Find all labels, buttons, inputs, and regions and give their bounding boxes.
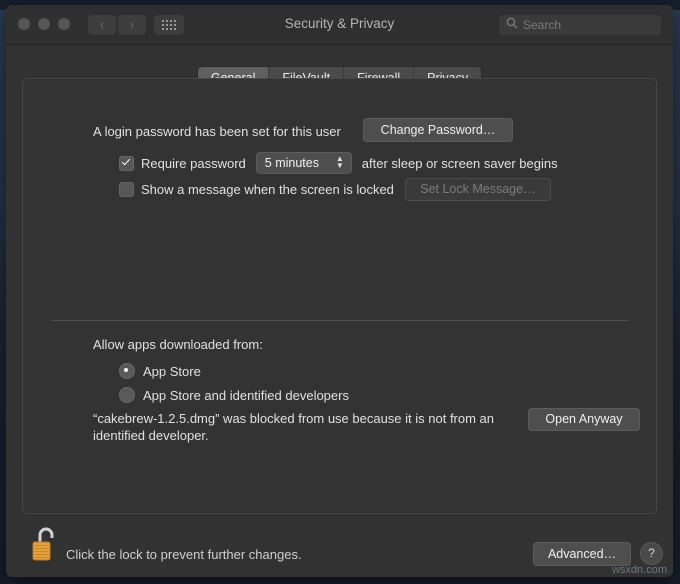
search-input[interactable] [523, 18, 641, 32]
help-button[interactable]: ? [640, 542, 663, 565]
source-option-identified-developers[interactable]: App Store and identified developers [119, 387, 349, 403]
radio-app-store[interactable] [119, 363, 135, 379]
radio-identified-developers[interactable] [119, 387, 135, 403]
chevron-up-down-icon: ▲ ▼ [335, 154, 344, 170]
lock-instruction-label: Click the lock to prevent further change… [66, 547, 302, 562]
search-field[interactable] [499, 15, 661, 35]
advanced-button[interactable]: Advanced… [533, 542, 631, 566]
login-password-status-label: A login password has been set for this u… [93, 124, 341, 139]
source-option-app-store[interactable]: App Store [119, 363, 201, 379]
allow-apps-label: Allow apps downloaded from: [93, 337, 263, 352]
section-divider [51, 320, 628, 321]
window-titlebar: ‹ › Security & Privacy [6, 5, 673, 45]
show-lock-message-label: Show a message when the screen is locked [141, 182, 394, 197]
show-lock-message-checkbox[interactable] [119, 182, 134, 197]
radio-identified-developers-label: App Store and identified developers [143, 387, 349, 403]
require-password-interval-value: 5 minutes [264, 156, 319, 170]
radio-app-store-label: App Store [143, 363, 201, 379]
bottom-bar: Click the lock to prevent further change… [6, 515, 673, 577]
watermark-text: wsxdn.com [611, 564, 667, 576]
system-preferences-window: ‹ › Security & Privacy General FileVault [6, 5, 673, 577]
blocked-app-message: “cakebrew-1.2.5.dmg” was blocked from us… [93, 411, 495, 443]
lock-message-row: Show a message when the screen is locked… [119, 178, 551, 201]
require-password-interval-select[interactable]: 5 minutes ▲ ▼ [255, 152, 352, 174]
require-password-suffix-label: after sleep or screen saver begins [361, 155, 558, 171]
search-icon [506, 16, 518, 34]
unlocked-padlock-icon[interactable] [29, 523, 63, 563]
change-password-button[interactable]: Change Password… [363, 118, 513, 142]
general-settings-panel: A login password has been set for this u… [22, 78, 657, 514]
require-password-checkbox[interactable] [119, 155, 134, 171]
require-password-row: Require password 5 minutes ▲ ▼ after slee… [119, 152, 558, 174]
open-anyway-button[interactable]: Open Anyway [528, 408, 640, 431]
set-lock-message-button: Set Lock Message… [404, 178, 551, 201]
require-password-label: Require password [141, 155, 246, 171]
